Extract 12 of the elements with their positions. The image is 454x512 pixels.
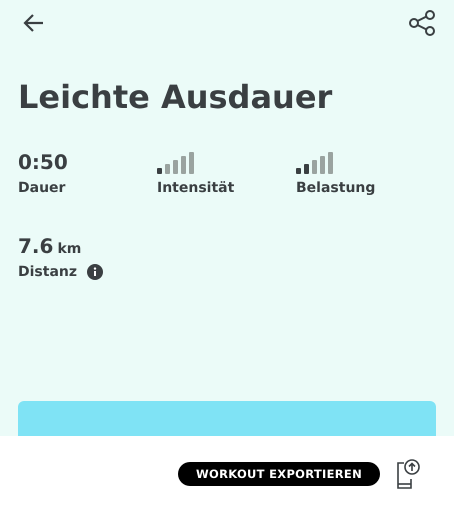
stat-label: Belastung (296, 180, 376, 196)
export-button[interactable]: WORKOUT EXPORTIEREN (178, 462, 380, 486)
stat-label: Dauer (18, 180, 66, 196)
back-icon[interactable] (22, 13, 44, 33)
distance-value: 7.6 km (18, 234, 82, 258)
info-icon[interactable] (87, 264, 104, 280)
stat-value: 0:50 (18, 150, 68, 174)
phone-upload-icon[interactable] (394, 458, 422, 490)
stat-label: Intensität (157, 180, 236, 196)
distance-label: Distanz (18, 264, 78, 280)
workout-title: Leichte Ausdauer (18, 78, 334, 116)
share-icon[interactable] (408, 10, 436, 36)
